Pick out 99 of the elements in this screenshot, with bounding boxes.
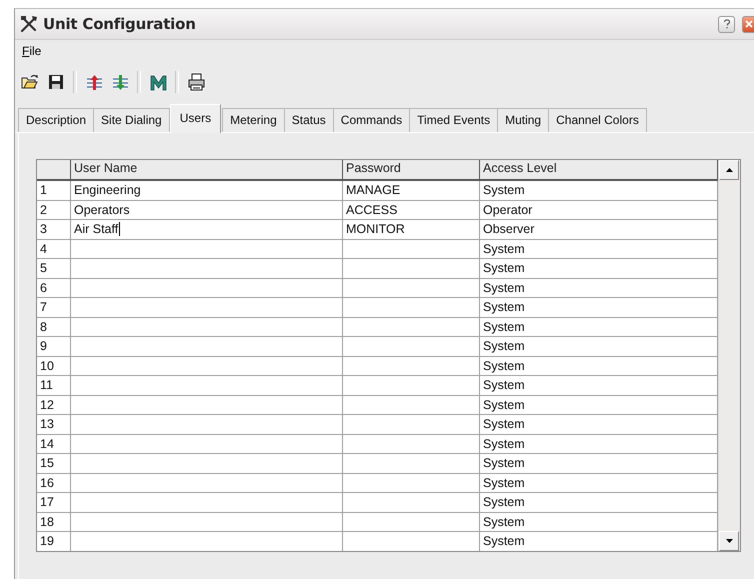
close-button[interactable]: [742, 16, 754, 32]
table-cell[interactable]: [343, 278, 480, 298]
column-header[interactable]: Password: [343, 160, 480, 181]
table-cell[interactable]: Operator: [480, 200, 718, 220]
table-cell[interactable]: System: [480, 376, 718, 396]
table-cell[interactable]: [71, 396, 343, 415]
menu-item[interactable]: File: [17, 42, 46, 60]
table-cell[interactable]: [71, 278, 343, 298]
printer-icon: [186, 72, 206, 92]
table-cell[interactable]: System: [480, 240, 718, 259]
table-cell[interactable]: System: [480, 454, 718, 474]
table-cell[interactable]: [71, 259, 343, 278]
close-icon: [744, 19, 754, 29]
up-arrow-icon: [724, 167, 734, 173]
table-cell[interactable]: Operators: [71, 200, 343, 220]
table-cell[interactable]: System: [480, 259, 718, 278]
table-cell[interactable]: System: [480, 396, 718, 415]
table-cell[interactable]: System: [480, 415, 718, 434]
row-number: 9: [37, 337, 71, 356]
table-cell[interactable]: [71, 434, 343, 454]
table-cell[interactable]: [343, 298, 480, 318]
table-cell[interactable]: [343, 356, 480, 376]
table-cell[interactable]: [71, 298, 343, 318]
table-cell[interactable]: [71, 493, 343, 512]
table-cell[interactable]: [343, 415, 480, 434]
table-cell[interactable]: System: [480, 512, 718, 532]
scrollbar[interactable]: [718, 160, 740, 551]
help-button[interactable]: [718, 16, 735, 32]
tab[interactable]: Metering: [222, 108, 285, 132]
row-number: 17: [37, 493, 71, 512]
row-number: 2: [37, 200, 71, 220]
column-header[interactable]: Access Level: [480, 160, 718, 181]
table-cell[interactable]: [71, 474, 343, 493]
table-cell[interactable]: Air Staff: [71, 220, 343, 240]
table-cell[interactable]: [343, 434, 480, 454]
table-cell[interactable]: [71, 376, 343, 396]
row-number: 5: [37, 259, 71, 278]
table-cell[interactable]: [343, 318, 480, 337]
table-cell[interactable]: [71, 356, 343, 376]
table-cell[interactable]: [71, 240, 343, 259]
table-cell[interactable]: Engineering: [71, 181, 343, 200]
table-cell[interactable]: [343, 512, 480, 532]
row-number: 15: [37, 454, 71, 474]
m-logo-icon: [148, 72, 168, 92]
open-folder-icon: [20, 72, 40, 92]
table-cell[interactable]: Observer: [480, 220, 718, 240]
table-cell[interactable]: ACCESS: [343, 200, 480, 220]
table-cell[interactable]: System: [480, 298, 718, 318]
table-cell[interactable]: System: [480, 278, 718, 298]
table-cell[interactable]: MONITOR: [343, 220, 480, 240]
row-number: 1: [37, 181, 71, 200]
tab[interactable]: Channel Colors: [548, 108, 647, 132]
row-number: 16: [37, 474, 71, 493]
row-number: 8: [37, 318, 71, 337]
table-cell[interactable]: [343, 337, 480, 356]
row-number: 11: [37, 376, 71, 396]
table-cell[interactable]: [71, 318, 343, 337]
tools-icon: [19, 14, 39, 34]
table-cell[interactable]: [71, 454, 343, 474]
down-arrow-icon: [724, 538, 734, 544]
table-cell[interactable]: System: [480, 181, 718, 200]
row-number: 7: [37, 298, 71, 318]
tab[interactable]: Description: [18, 108, 94, 132]
table-cell[interactable]: [71, 512, 343, 532]
table-cell[interactable]: System: [480, 318, 718, 337]
corner-header: [37, 160, 71, 181]
table-cell[interactable]: System: [480, 356, 718, 376]
scroll-up-button[interactable]: [719, 160, 739, 180]
table-cell[interactable]: [343, 259, 480, 278]
row-number: 14: [37, 434, 71, 454]
column-header[interactable]: User Name: [71, 160, 343, 181]
upload-list-icon: [84, 72, 104, 92]
table-cell[interactable]: [343, 376, 480, 396]
row-number: 13: [37, 415, 71, 434]
scroll-down-button[interactable]: [719, 531, 739, 551]
row-number: 10: [37, 356, 71, 376]
table-cell[interactable]: System: [480, 337, 718, 356]
table-cell[interactable]: [343, 454, 480, 474]
table-cell[interactable]: [343, 240, 480, 259]
tab[interactable]: Users: [170, 104, 222, 133]
question-mark-icon: [722, 19, 732, 29]
save-icon: [46, 72, 66, 92]
table-cell[interactable]: System: [480, 474, 718, 493]
table-cell[interactable]: [71, 337, 343, 356]
table-cell[interactable]: System: [480, 493, 718, 512]
table-cell[interactable]: [343, 493, 480, 512]
row-number: 6: [37, 278, 71, 298]
table-cell[interactable]: [343, 474, 480, 493]
row-number: 18: [37, 512, 71, 532]
tab[interactable]: Site Dialing: [93, 108, 170, 132]
table-cell[interactable]: [343, 396, 480, 415]
row-number: 12: [37, 396, 71, 415]
row-number: 3: [37, 220, 71, 240]
window-title: Unit Configuration: [43, 15, 197, 33]
download-list-icon: [110, 72, 130, 92]
row-number: 4: [37, 240, 71, 259]
table-cell[interactable]: MANAGE: [343, 181, 480, 200]
table-cell[interactable]: [71, 415, 343, 434]
table-cell[interactable]: System: [480, 434, 718, 454]
